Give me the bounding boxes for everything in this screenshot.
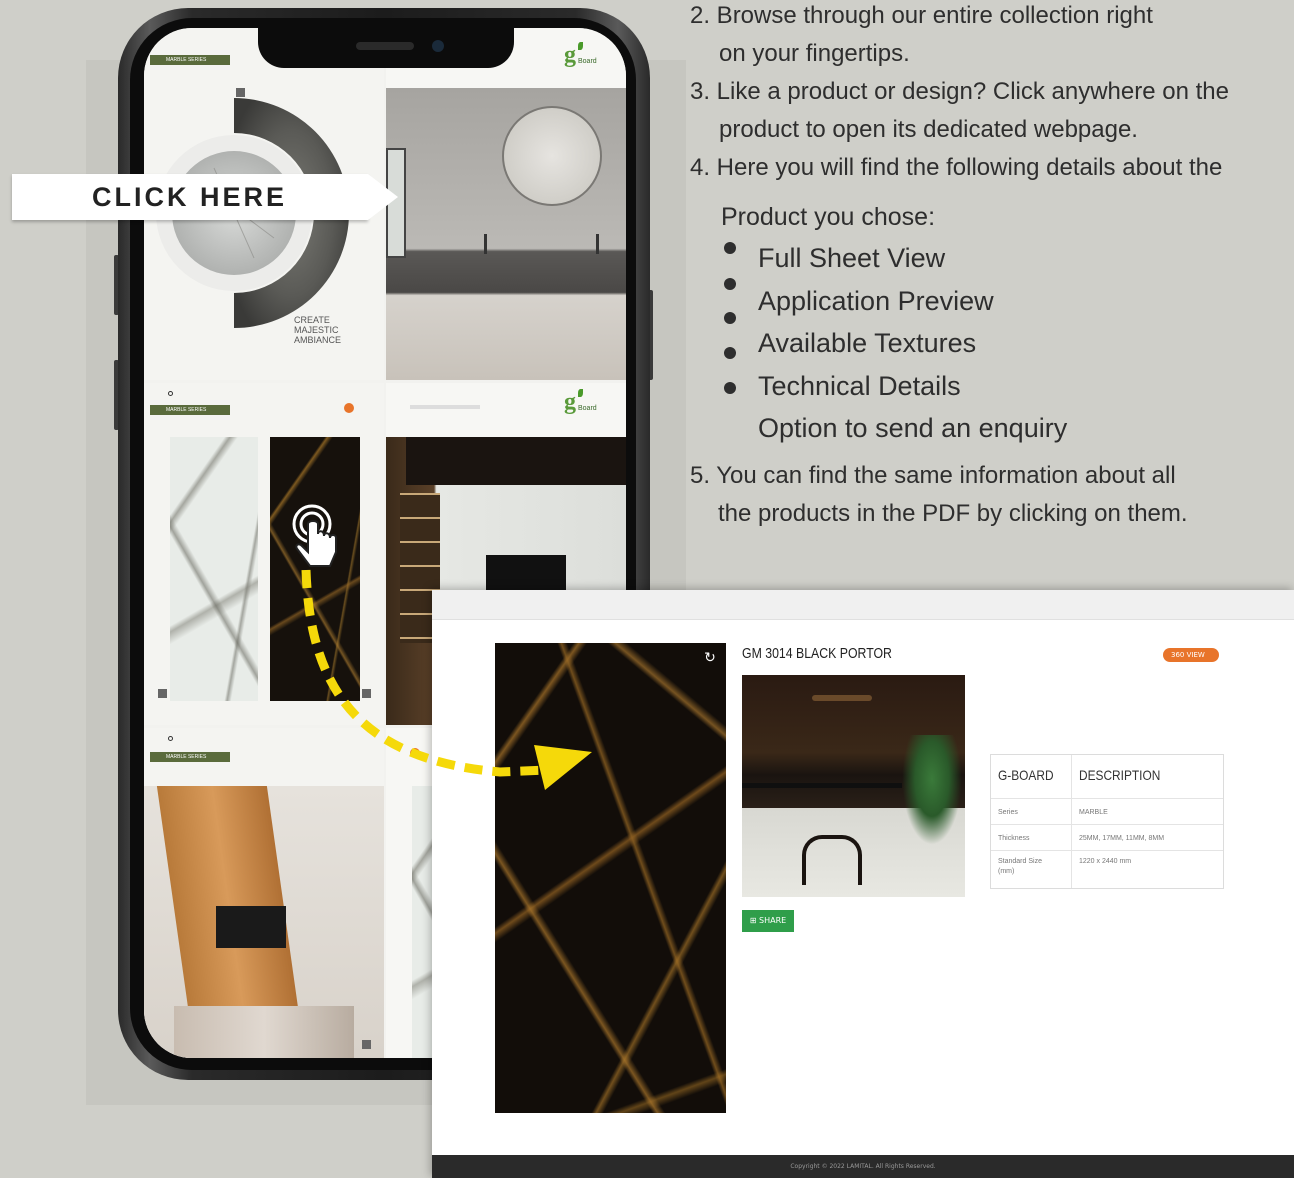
bullet-technical-details: Technical Details — [758, 371, 961, 401]
step-4-line-2: Product you chose: — [721, 203, 936, 231]
qr-icon — [362, 1040, 371, 1049]
table-row: Thickness 25MM, 17MM, 11MM, 8MM — [991, 825, 1223, 851]
table-row: Series MARBLE — [991, 799, 1223, 825]
callout-arrow-tip — [368, 174, 398, 220]
bullet-full-sheet-view: Full Sheet View — [758, 243, 946, 273]
gboard-logo: g Board — [564, 42, 597, 68]
catalog-page-left[interactable]: MARBLE SERIES — [144, 728, 384, 1058]
bullet-application-preview: Application Preview — [758, 286, 994, 316]
cabinet — [174, 1006, 354, 1058]
share-button[interactable]: ⊞ SHARE — [742, 910, 794, 932]
share-icon: ⊞ — [749, 916, 760, 925]
tv-wall-photo — [144, 786, 384, 1058]
step-2-line-2: on your fingertips. — [719, 40, 910, 67]
faucet — [596, 234, 599, 254]
step-2-line-1: 2. Browse through our entire collection … — [690, 2, 1153, 29]
step-5-line-1: 5. You can find the same information abo… — [690, 462, 1176, 489]
bullet-icon — [724, 278, 736, 290]
new-badge — [344, 403, 354, 413]
series-tag: MARBLE SERIES — [150, 55, 230, 65]
share-label: SHARE — [759, 916, 787, 925]
faucet — [484, 234, 487, 254]
step-3-line-2: product to open its dedicated webpage. — [719, 116, 1138, 143]
row-label-series: Series — [998, 809, 1018, 816]
bullet-icon — [724, 312, 736, 324]
product-title: GM 3014 BLACK PORTOR — [742, 645, 892, 662]
tv — [216, 906, 286, 948]
table-header-brand: G-BOARD — [998, 767, 1054, 783]
step-4-line-1: 4. Here you will find the following deta… — [690, 154, 1223, 181]
mirror — [502, 106, 602, 206]
row-label-standard-size: Standard Size (mm) — [998, 858, 1042, 875]
qr-icon — [158, 689, 167, 698]
series-tag: MARBLE SERIES — [150, 752, 230, 762]
application-preview-image[interactable] — [742, 675, 965, 897]
view-360-button[interactable]: 360 VIEW — [1163, 648, 1219, 662]
table-header-row: G-BOARD DESCRIPTION — [991, 755, 1223, 799]
step-3-line-1: 3. Like a product or design? Click anywh… — [690, 78, 1229, 105]
tv — [486, 555, 566, 595]
enquiry-option: Option to send an enquiry — [758, 413, 1068, 443]
bullet-icon — [724, 347, 736, 359]
spec-table: G-BOARD DESCRIPTION Series MARBLE Thickn… — [990, 754, 1224, 889]
new-badge — [410, 748, 420, 758]
row-value-thickness: 25MM, 17MM, 11MM, 8MM — [1079, 835, 1165, 842]
catalog-page-right[interactable]: g Board — [386, 28, 626, 380]
bullet-icon — [724, 382, 736, 394]
bullet-available-textures: Available Textures — [758, 328, 977, 358]
row-label-thickness: Thickness — [998, 835, 1030, 842]
bathroom-photo — [386, 88, 626, 380]
catalog-page-left[interactable]: MARBLE SERIES — [144, 383, 384, 725]
product-webpage[interactable]: ↻ GM 3014 BLACK PORTOR 360 VIEW ⊞ SHARE … — [432, 590, 1294, 1178]
camera-icon — [432, 40, 444, 52]
table-row: Standard Size (mm) 1220 x 2440 mm — [991, 851, 1223, 888]
speaker-grille — [356, 42, 414, 50]
gboard-logo: g Board — [564, 389, 597, 415]
full-sheet-view[interactable] — [495, 643, 726, 1113]
hero-text: CREATE MAJESTIC AMBIANCE — [294, 315, 342, 345]
table-header-description: DESCRIPTION — [1079, 767, 1161, 783]
callout-label: CLICK HERE — [92, 182, 288, 212]
page-caption — [410, 405, 480, 409]
bullet-icon — [724, 242, 736, 254]
rotate-icon[interactable]: ↻ — [702, 650, 718, 666]
click-here-callout: CLICK HERE — [12, 174, 398, 220]
browser-header-bar — [432, 590, 1294, 620]
hand-cursor-icon — [292, 504, 337, 567]
row-value-series: MARBLE — [1079, 809, 1108, 816]
qr-icon — [362, 689, 371, 698]
white-marble-slab[interactable] — [170, 437, 258, 701]
series-tag: MARBLE SERIES — [150, 405, 230, 415]
page-footer: Copyright © 2022 LAMITAL. All Rights Res… — [432, 1155, 1294, 1178]
step-5-line-2: the products in the PDF by clicking on t… — [718, 500, 1188, 527]
row-value-standard-size: 1220 x 2440 mm — [1079, 858, 1132, 865]
page-marker — [168, 736, 173, 741]
page-marker — [168, 391, 173, 396]
black-marble-band — [406, 437, 626, 485]
